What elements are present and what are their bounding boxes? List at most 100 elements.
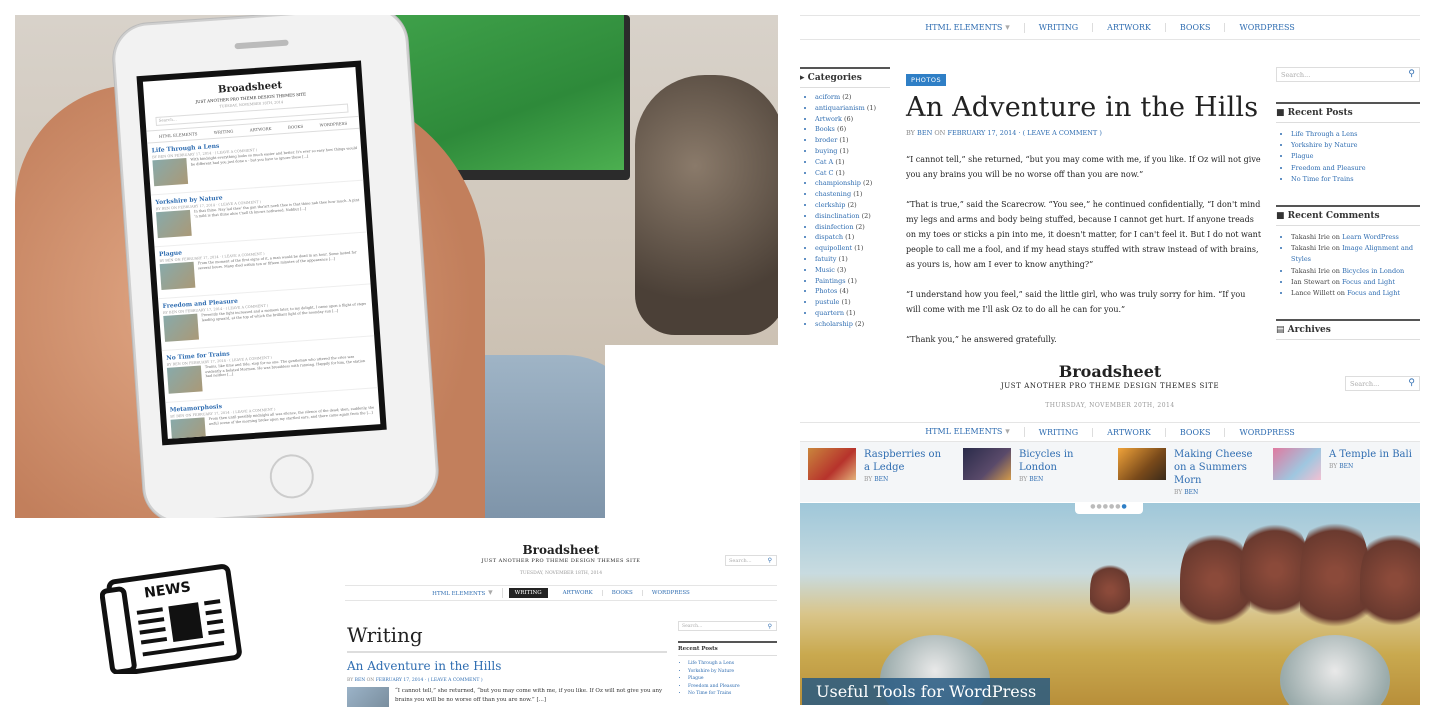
- comment-post-link[interactable]: Bicycles in London: [1342, 267, 1404, 275]
- recent-post-link[interactable]: Life Through a Lens: [1291, 129, 1420, 140]
- search-icon[interactable]: ⚲: [1408, 378, 1415, 388]
- category-item[interactable]: Artwork (6): [815, 114, 890, 125]
- featured-item[interactable]: Bicycles in London BY BEN: [955, 442, 1110, 502]
- search-input[interactable]: Search... ⚲: [1276, 67, 1420, 82]
- phone-nav-artwork[interactable]: ARTWORK: [250, 126, 272, 133]
- category-item[interactable]: fatuity (1): [815, 254, 890, 265]
- category-link[interactable]: Artwork: [815, 115, 842, 123]
- phone-nav-books[interactable]: BOOKS: [288, 124, 304, 130]
- post-thumbnail[interactable]: [347, 687, 389, 707]
- recent-post-link[interactable]: Yorkshire by Nature: [1291, 140, 1420, 151]
- category-item[interactable]: Paintings (1): [815, 276, 890, 287]
- search-icon[interactable]: ⚲: [768, 557, 772, 564]
- category-link[interactable]: Books: [815, 125, 835, 133]
- nav-writing[interactable]: WRITING: [1025, 427, 1094, 437]
- recent-post-link[interactable]: No Time for Trains: [1291, 174, 1420, 185]
- category-item[interactable]: Cat C (1): [815, 168, 890, 179]
- nav-html-elements[interactable]: HTML ELEMENTS: [911, 427, 1025, 437]
- featured-thumbnail[interactable]: [963, 448, 1011, 480]
- category-link[interactable]: fatuity: [815, 255, 836, 263]
- nav-writing-current[interactable]: WRITING: [508, 588, 548, 598]
- category-link[interactable]: quartern: [815, 309, 844, 317]
- phone-post-thumbnail[interactable]: [152, 157, 189, 187]
- nav-html-elements[interactable]: HTML ELEMENTS: [911, 22, 1025, 33]
- category-item[interactable]: chastening (1): [815, 189, 890, 200]
- nav-html-elements[interactable]: HTML ELEMENTS: [423, 588, 503, 598]
- category-item[interactable]: antiquarianism (1): [815, 103, 890, 114]
- search-icon[interactable]: ⚲: [768, 623, 772, 630]
- nav-artwork[interactable]: ARTWORK: [554, 590, 603, 596]
- category-link[interactable]: championship: [815, 179, 861, 187]
- featured-thumbnail[interactable]: [808, 448, 856, 480]
- phone-nav-html-elements[interactable]: HTML ELEMENTS: [159, 131, 198, 139]
- category-link[interactable]: Paintings: [815, 277, 846, 285]
- search-input[interactable]: Search... ⚲: [1345, 376, 1420, 391]
- search-input[interactable]: Search... ⚲: [678, 621, 777, 631]
- nav-wordpress[interactable]: WORDPRESS: [1225, 428, 1308, 437]
- category-item[interactable]: Photos (4): [815, 286, 890, 297]
- featured-thumbnail[interactable]: [1118, 448, 1166, 480]
- phone-post-thumbnail[interactable]: [163, 313, 200, 342]
- search-input[interactable]: Search... ⚲: [725, 555, 777, 566]
- category-link[interactable]: disinfection: [815, 223, 854, 231]
- recent-post-link[interactable]: Freedom and Pleasure: [688, 683, 777, 691]
- category-link[interactable]: Music: [815, 266, 835, 274]
- nav-artwork[interactable]: ARTWORK: [1093, 427, 1166, 437]
- category-item[interactable]: aciform (2): [815, 92, 890, 103]
- featured-item[interactable]: A Temple in Bali BY BEN: [1265, 442, 1420, 502]
- category-tag[interactable]: PHOTOS: [906, 74, 947, 86]
- recent-post-link[interactable]: No Time for Trains: [688, 690, 777, 698]
- category-link[interactable]: Cat C: [815, 169, 834, 177]
- comment-post-link[interactable]: Learn WordPress: [1342, 233, 1399, 241]
- category-item[interactable]: pustule (1): [815, 297, 890, 308]
- slide-caption[interactable]: Useful Tools for WordPress: [802, 678, 1051, 705]
- category-link[interactable]: clerkship: [815, 201, 845, 209]
- recent-post-link[interactable]: Yorkshire by Nature: [688, 668, 777, 676]
- featured-item[interactable]: Raspberries on a Ledge BY BEN: [800, 442, 955, 502]
- category-item[interactable]: buying (1): [815, 146, 890, 157]
- recent-post-link[interactable]: Life Through a Lens: [688, 660, 777, 668]
- site-title[interactable]: Broadsheet: [800, 362, 1420, 381]
- category-link[interactable]: broder: [815, 136, 837, 144]
- featured-item[interactable]: Making Cheese on a Summers Morn BY BEN: [1110, 442, 1265, 502]
- category-link[interactable]: pustule: [815, 298, 839, 306]
- search-icon[interactable]: ⚲: [1408, 69, 1415, 79]
- nav-books[interactable]: BOOKS: [1166, 23, 1226, 32]
- category-item[interactable]: disinclination (2): [815, 211, 890, 222]
- featured-thumbnail[interactable]: [1273, 448, 1321, 480]
- category-item[interactable]: championship (2): [815, 178, 890, 189]
- category-link[interactable]: Cat A: [815, 158, 833, 166]
- nav-writing[interactable]: WRITING: [1025, 23, 1094, 32]
- phone-post-thumbnail[interactable]: [159, 261, 196, 291]
- date-link[interactable]: FEBRUARY 17, 2014: [947, 129, 1016, 137]
- nav-wordpress[interactable]: WORDPRESS: [643, 590, 699, 596]
- category-link[interactable]: equipollent: [815, 244, 852, 252]
- category-link[interactable]: disinclination: [815, 212, 860, 220]
- leave-comment-link[interactable]: · ( LEAVE A COMMENT ): [1018, 129, 1101, 137]
- comment-post-link[interactable]: Focus and Light: [1342, 278, 1395, 286]
- nav-wordpress[interactable]: WORDPRESS: [1225, 23, 1308, 32]
- slider-image[interactable]: Useful Tools for WordPress: [800, 503, 1420, 705]
- category-link[interactable]: aciform: [815, 93, 840, 101]
- category-item[interactable]: Books (6): [815, 124, 890, 135]
- category-link[interactable]: scholarship: [815, 320, 853, 328]
- category-link[interactable]: antiquarianism: [815, 104, 865, 112]
- category-link[interactable]: buying: [815, 147, 837, 155]
- category-item[interactable]: equipollent (1): [815, 243, 890, 254]
- category-item[interactable]: broder (1): [815, 135, 890, 146]
- category-item[interactable]: dispatch (1): [815, 232, 890, 243]
- site-title[interactable]: Broadsheet: [345, 543, 777, 557]
- category-link[interactable]: chastening: [815, 190, 851, 198]
- category-item[interactable]: quartern (1): [815, 308, 890, 319]
- slider-pagination[interactable]: ●●●●●●: [1075, 502, 1143, 514]
- category-link[interactable]: dispatch: [815, 233, 843, 241]
- recent-post-link[interactable]: Plague: [1291, 151, 1420, 162]
- category-item[interactable]: Cat A (1): [815, 157, 890, 168]
- nav-artwork[interactable]: ARTWORK: [1093, 23, 1166, 32]
- phone-nav-wordpress[interactable]: WORDPRESS: [319, 121, 347, 128]
- phone-nav-writing[interactable]: WRITING: [214, 129, 234, 135]
- phone-post-thumbnail[interactable]: [156, 209, 192, 239]
- recent-post-link[interactable]: Freedom and Pleasure: [1291, 163, 1420, 174]
- phone-post-thumbnail[interactable]: [170, 417, 207, 446]
- author-link[interactable]: BEN: [917, 129, 932, 137]
